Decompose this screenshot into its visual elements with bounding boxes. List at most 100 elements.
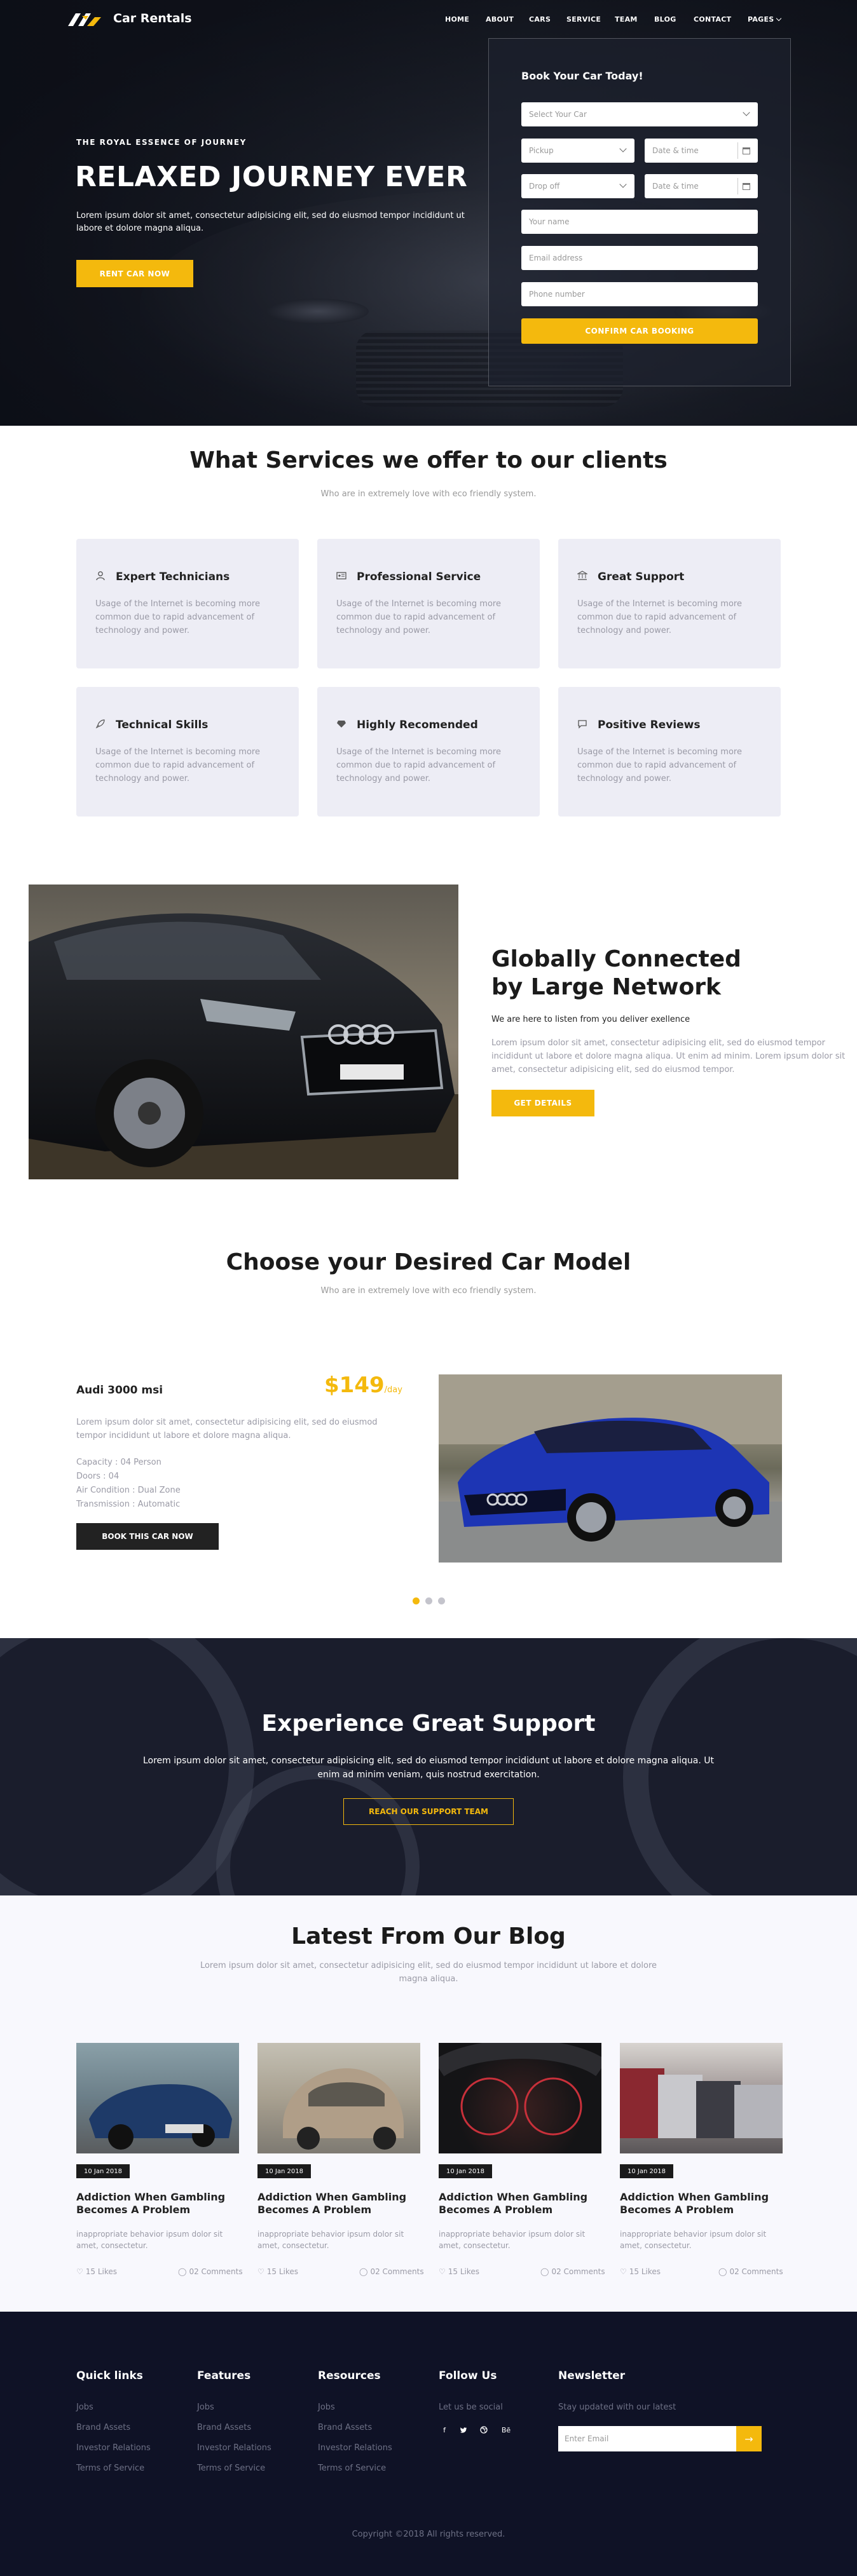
car-name: Audi 3000 msi: [76, 1384, 163, 1397]
likes-count: 15 Likes: [448, 2267, 480, 2276]
footer-link[interactable]: Brand Assets: [76, 2423, 130, 2432]
blog-image[interactable]: [76, 2043, 239, 2153]
service-title: Great Support: [598, 571, 685, 583]
comment-icon: ◯: [718, 2267, 727, 2276]
nav-service[interactable]: SERVICE: [566, 15, 601, 24]
behance-icon[interactable]: Bē: [500, 2426, 512, 2435]
heart-icon: ♡: [439, 2267, 446, 2276]
nav-home[interactable]: HOME: [445, 15, 469, 24]
blog-image[interactable]: [257, 2043, 420, 2153]
footer-link[interactable]: Investor Relations: [197, 2443, 271, 2453]
blog-post-title[interactable]: Addiction When Gambling Becomes A Proble…: [439, 2191, 601, 2216]
blog-comments[interactable]: ◯ 02 Comments: [178, 2267, 243, 2276]
footer-link[interactable]: Jobs: [318, 2403, 335, 2412]
comment-icon: ◯: [540, 2267, 549, 2276]
car-price-value: $149: [324, 1373, 385, 1398]
phone-input[interactable]: Phone number: [521, 282, 758, 306]
services-subtitle: Who are in extremely love with eco frien…: [320, 489, 537, 499]
blog-excerpt: inappropriate behavior ipsum dolor sit a…: [439, 2230, 586, 2250]
carousel-dot[interactable]: [425, 1597, 432, 1604]
email-input[interactable]: Email address: [521, 246, 758, 270]
blog-image[interactable]: [620, 2043, 783, 2153]
arrow-right-icon[interactable]: →: [736, 2426, 762, 2451]
calendar-icon[interactable]: [737, 178, 754, 194]
blog-likes[interactable]: ♡ 15 Likes: [439, 2267, 479, 2276]
footer-link[interactable]: Investor Relations: [318, 2443, 392, 2453]
blog-image[interactable]: [439, 2043, 601, 2153]
footer-newsletter-text: Stay updated with our latest: [558, 2403, 676, 2412]
select-car-dropdown[interactable]: Select Your Car: [521, 102, 758, 126]
rocket-icon: [95, 719, 106, 729]
dropoff-date-label: Date & time: [652, 182, 699, 191]
global-text: Lorem ipsum dolor sit amet, consectetur …: [491, 1038, 846, 1074]
blog-comments[interactable]: ◯ 02 Comments: [718, 2267, 783, 2276]
car-price-unit: /day: [384, 1385, 402, 1395]
chevron-down-icon: [619, 145, 627, 153]
blog-comments[interactable]: ◯ 02 Comments: [359, 2267, 424, 2276]
chevron-down-icon[interactable]: [776, 15, 782, 22]
nav-pages[interactable]: PAGES: [748, 15, 774, 24]
footer-link[interactable]: Terms of Service: [318, 2464, 386, 2473]
service-text: Usage of the Internet is becoming more c…: [336, 599, 501, 635]
comment-icon: ◯: [178, 2267, 187, 2276]
service-text: Usage of the Internet is becoming more c…: [95, 599, 260, 635]
footer-link[interactable]: Jobs: [76, 2403, 93, 2412]
nav-about[interactable]: ABOUT: [486, 15, 514, 24]
service-text: Usage of the Internet is becoming more c…: [95, 747, 260, 783]
footer-link[interactable]: Terms of Service: [76, 2464, 144, 2473]
blog-post-title[interactable]: Addiction When Gambling Becomes A Proble…: [257, 2191, 420, 2216]
blog-comments[interactable]: ◯ 02 Comments: [540, 2267, 605, 2276]
pickup-dropdown[interactable]: Pickup: [521, 139, 634, 163]
blog-post-title[interactable]: Addiction When Gambling Becomes A Proble…: [620, 2191, 783, 2216]
twitter-icon[interactable]: [459, 2426, 468, 2435]
dropoff-dropdown[interactable]: Drop off: [521, 174, 634, 198]
top-navbar: Car Rentals HOME ABOUT CARS SERVICE TEAM…: [0, 0, 857, 39]
service-card[interactable]: Positive Reviews Usage of the Internet i…: [558, 687, 781, 817]
reach-support-button[interactable]: REACH OUR SUPPORT TEAM: [343, 1798, 514, 1825]
rent-car-button[interactable]: RENT CAR NOW: [76, 260, 193, 287]
blog-date: 10 Jan 2018: [76, 2164, 130, 2178]
confirm-booking-button[interactable]: CONFIRM CAR BOOKING: [521, 318, 758, 344]
service-card[interactable]: Highly Recomended Usage of the Internet …: [317, 687, 540, 817]
pickup-date-field[interactable]: Date & time: [645, 139, 758, 163]
nav-contact[interactable]: CONTACT: [694, 15, 731, 24]
blog-likes[interactable]: ♡ 15 Likes: [76, 2267, 117, 2276]
blog-title: Latest From Our Blog: [291, 1923, 566, 1949]
book-car-button[interactable]: BOOK THIS CAR NOW: [76, 1523, 219, 1550]
carousel-dot-active[interactable]: [413, 1597, 420, 1604]
carousel-dot[interactable]: [438, 1597, 445, 1604]
newsletter-email-input[interactable]: Enter Email: [558, 2426, 736, 2451]
service-card[interactable]: Technical Skills Usage of the Internet i…: [76, 687, 299, 817]
license-icon: [336, 571, 346, 581]
blog-post-title[interactable]: Addiction When Gambling Becomes A Proble…: [76, 2191, 239, 2216]
footer-link[interactable]: Brand Assets: [318, 2423, 372, 2432]
booking-title: Book Your Car Today!: [521, 70, 643, 82]
brand-name[interactable]: Car Rentals: [113, 11, 192, 25]
nav-team[interactable]: TEAM: [615, 15, 638, 24]
facebook-icon[interactable]: f: [440, 2426, 449, 2435]
hero-title: RELAXED JOURNEY EVER: [75, 161, 468, 193]
blog-likes[interactable]: ♡ 15 Likes: [620, 2267, 661, 2276]
footer-link[interactable]: Brand Assets: [197, 2423, 251, 2432]
service-title: Positive Reviews: [598, 719, 701, 731]
service-card[interactable]: Great Support Usage of the Internet is b…: [558, 539, 781, 668]
dropoff-date-field[interactable]: Date & time: [645, 174, 758, 198]
blog-likes[interactable]: ♡ 15 Likes: [257, 2267, 298, 2276]
footer-newsletter-title: Newsletter: [558, 2369, 626, 2382]
chevron-down-icon: [743, 109, 750, 116]
footer-link[interactable]: Terms of Service: [197, 2464, 265, 2473]
service-card[interactable]: Expert Technicians Usage of the Internet…: [76, 539, 299, 668]
name-input[interactable]: Your name: [521, 210, 758, 234]
likes-count: 15 Likes: [266, 2267, 299, 2276]
dribbble-icon[interactable]: [479, 2426, 488, 2435]
heart-icon: ♡: [257, 2267, 264, 2276]
get-details-button[interactable]: GET DETAILS: [491, 1090, 594, 1116]
nav-cars[interactable]: CARS: [529, 15, 551, 24]
logo-icon[interactable]: [67, 10, 102, 30]
comments-count: 02 Comments: [551, 2267, 605, 2276]
footer-link[interactable]: Jobs: [197, 2403, 214, 2412]
footer-link[interactable]: Investor Relations: [76, 2443, 151, 2453]
nav-blog[interactable]: BLOG: [654, 15, 676, 24]
calendar-icon[interactable]: [737, 142, 754, 159]
service-card[interactable]: Professional Service Usage of the Intern…: [317, 539, 540, 668]
